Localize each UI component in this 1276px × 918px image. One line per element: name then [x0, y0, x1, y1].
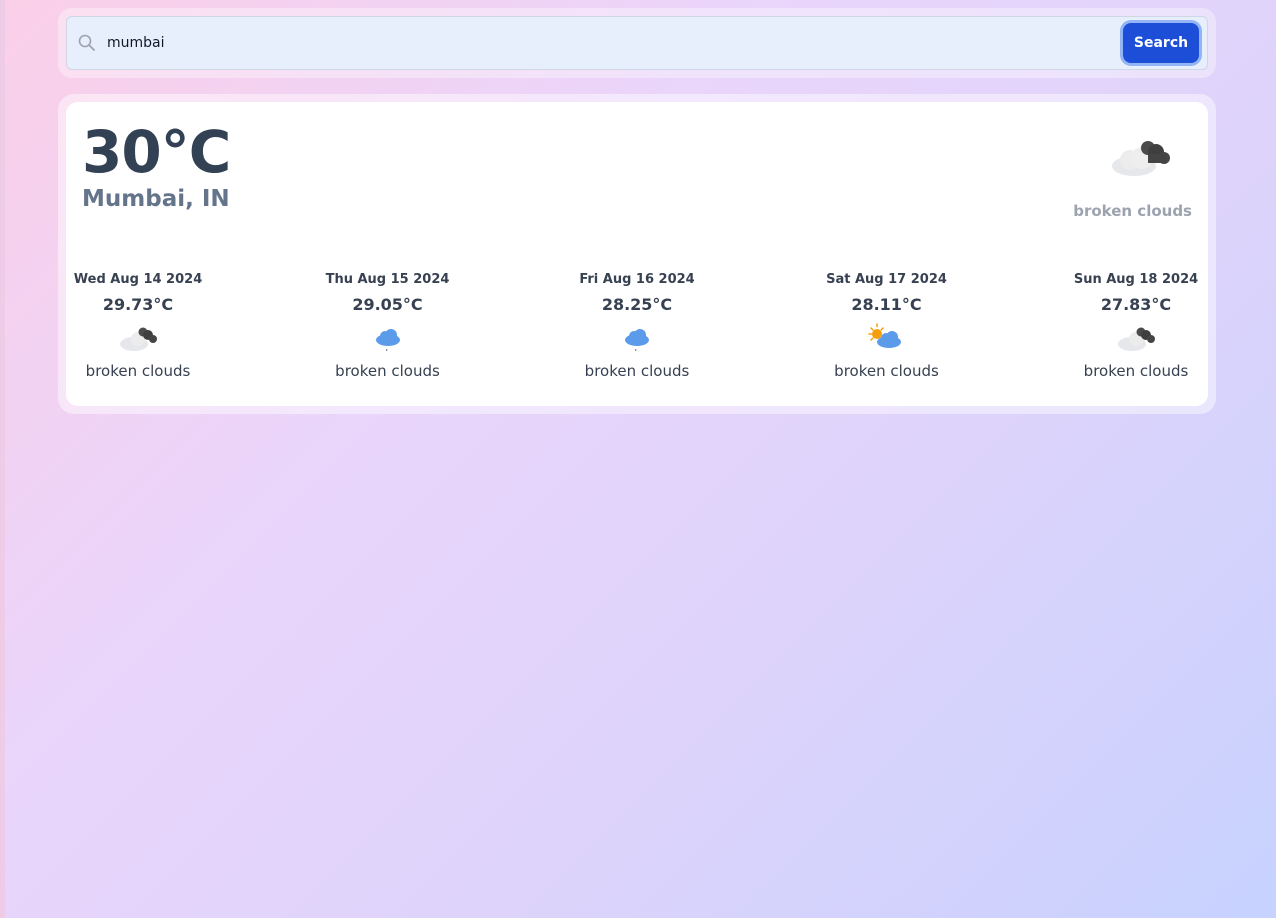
search-button[interactable]: Search [1123, 23, 1199, 63]
window-edge [0, 0, 5, 918]
forecast-temperature: 29.73°C [102, 295, 174, 314]
forecast-temperature: 28.25°C [601, 295, 673, 314]
forecast-day: Sat Aug 17 2024 28.11°C broken clouds [826, 270, 947, 394]
forecast-description: broken clouds [1083, 362, 1189, 380]
weather-card: 30°C Mumbai, IN broken clouds Wed Aug 14… [66, 102, 1208, 406]
broken-clouds-icon [1112, 141, 1170, 176]
forecast-day: Thu Aug 15 2024 29.05°C broken clouds [326, 270, 450, 394]
forecast-date: Fri Aug 16 2024 [579, 272, 695, 287]
weather-panel: 30°C Mumbai, IN broken clouds Wed Aug 14… [58, 94, 1216, 414]
forecast-temperature: 28.11°C [851, 295, 922, 314]
forecast-description: broken clouds [335, 362, 440, 380]
broken-clouds-icon [1118, 327, 1155, 351]
sun-cloud-icon [867, 323, 901, 348]
rain-cloud-icon [625, 329, 649, 352]
search-input[interactable] [107, 29, 1107, 57]
forecast-list: Wed Aug 14 2024 29.73°C broken clouds Th… [74, 270, 1198, 394]
search-icon [78, 34, 95, 51]
broken-clouds-icon [120, 327, 157, 351]
search-panel: Search [58, 8, 1216, 78]
forecast-date: Sat Aug 17 2024 [826, 272, 947, 287]
rain-cloud-icon [375, 329, 400, 352]
forecast-day: Fri Aug 16 2024 28.25°C broken clouds [579, 270, 695, 394]
current-description: broken clouds [1073, 202, 1192, 220]
current-location: Mumbai, IN [82, 186, 230, 212]
forecast-date: Thu Aug 15 2024 [325, 272, 450, 287]
forecast-description: broken clouds [584, 362, 690, 380]
forecast-day: Sun Aug 18 2024 27.83°C broken clouds [1074, 270, 1198, 394]
forecast-temperature: 29.05°C [352, 295, 423, 314]
forecast-description: broken clouds [85, 362, 191, 380]
search-bar: Search [66, 16, 1208, 70]
current-temperature: 30°C [82, 118, 231, 186]
forecast-date: Wed Aug 14 2024 [73, 272, 203, 287]
forecast-description: broken clouds [834, 362, 939, 380]
forecast-date: Sun Aug 18 2024 [1073, 272, 1199, 287]
forecast-temperature: 27.83°C [1100, 295, 1172, 314]
forecast-day: Wed Aug 14 2024 29.73°C broken clouds [74, 270, 202, 394]
